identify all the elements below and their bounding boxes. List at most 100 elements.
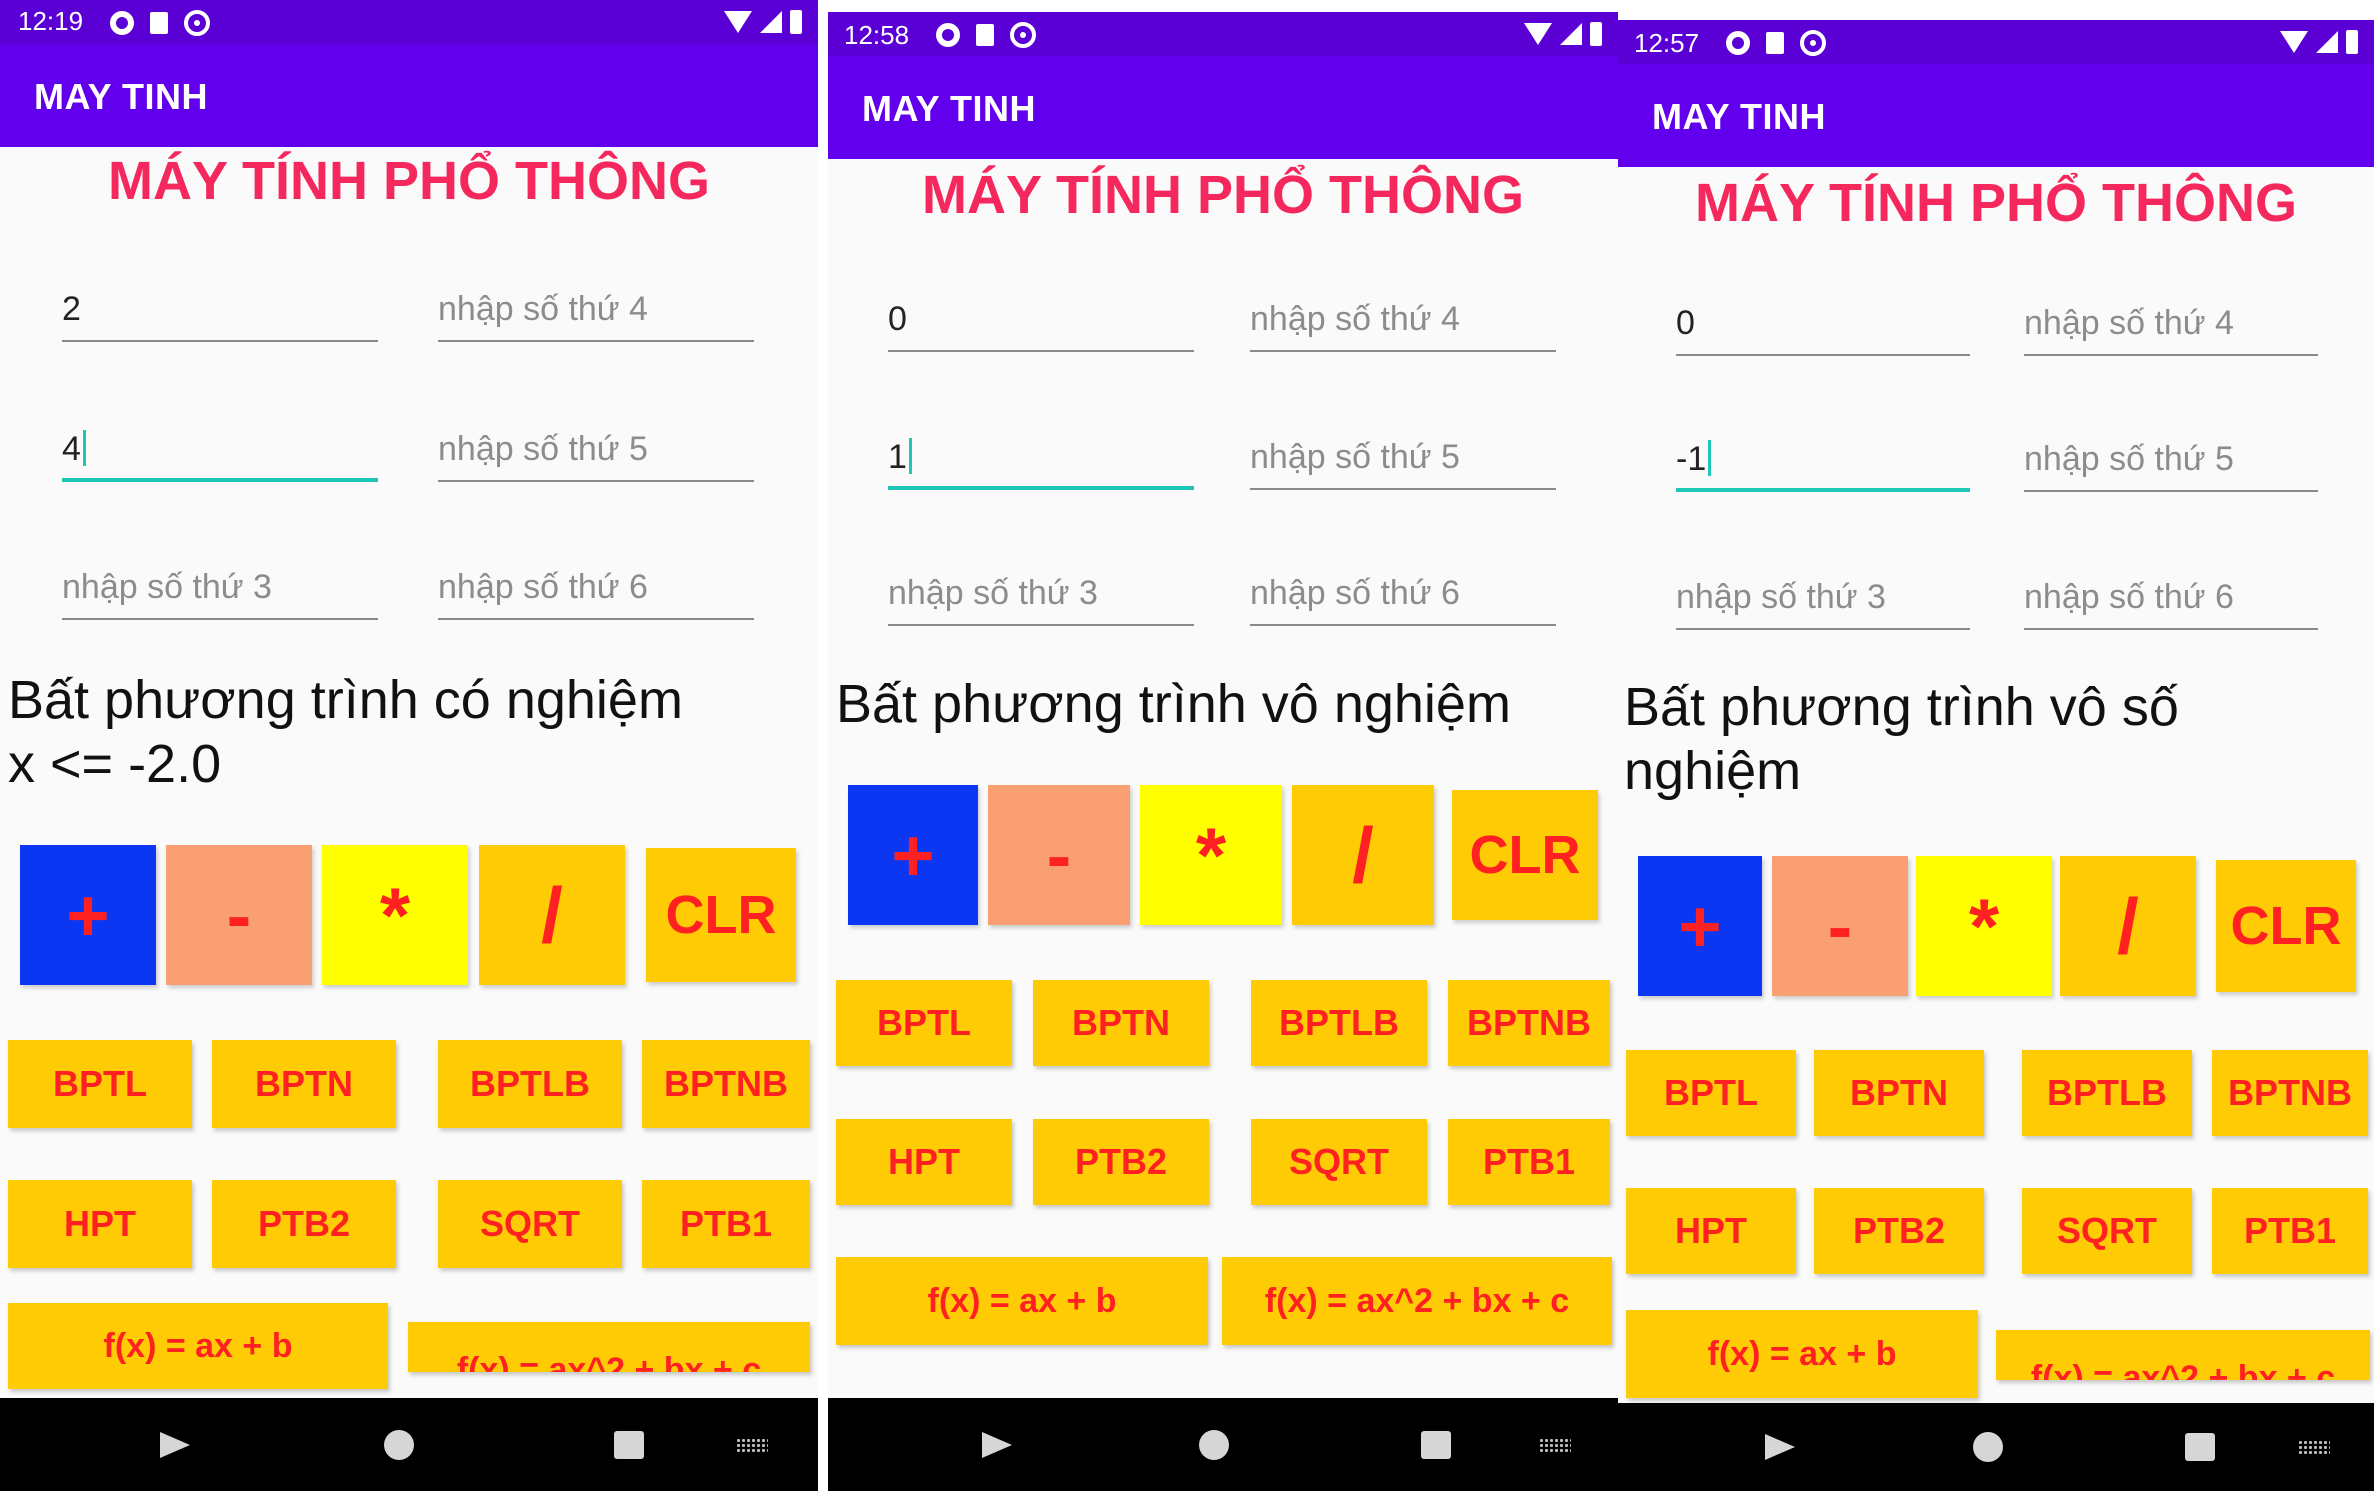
add-button[interactable]: + [20, 845, 156, 985]
signal-icon [2316, 31, 2338, 53]
function-button-label: f(x) = ax + b [927, 1281, 1117, 1320]
recent-apps-icon[interactable] [1421, 1431, 1451, 1459]
app-bar: MAY TINH [828, 56, 1618, 159]
back-icon[interactable] [982, 1432, 1012, 1458]
linear-function-button[interactable]: f(x) = ax + b [1626, 1310, 1978, 1398]
keyboard-icon[interactable] [736, 1438, 768, 1452]
number-input-6[interactable]: nhập số thứ 6 [1250, 574, 1556, 626]
battery-icon [790, 10, 802, 34]
subtract-button[interactable]: - [988, 785, 1130, 925]
app-bar: MAY TINH [1618, 64, 2374, 167]
number-input-1[interactable]: 0 [1676, 304, 1970, 356]
number-input-4[interactable]: nhập số thứ 4 [1250, 300, 1556, 352]
clear-button[interactable]: CLR [1452, 790, 1598, 920]
number-input-5[interactable]: nhập số thứ 5 [438, 430, 754, 482]
number-input-1[interactable]: 0 [888, 300, 1194, 352]
number-input-5[interactable]: nhập số thứ 5 [2024, 440, 2318, 492]
recent-apps-icon[interactable] [614, 1431, 644, 1459]
status-icons-left [936, 22, 1036, 48]
number-input-6[interactable]: nhập số thứ 6 [2024, 578, 2318, 630]
multiply-button[interactable]: * [1916, 856, 2052, 996]
quadratic-function-button[interactable]: f(x) = ax^2 + bx + c [408, 1322, 810, 1372]
app-title: MAY TINH [34, 76, 209, 117]
home-icon[interactable] [1973, 1432, 2003, 1462]
settings-icon [1726, 31, 1750, 55]
number-input-3[interactable]: nhập số thứ 3 [62, 568, 378, 620]
back-icon[interactable] [1765, 1434, 1795, 1460]
input-value: -1 [1676, 440, 1707, 478]
function-button-sqrt[interactable]: SQRT [1251, 1119, 1427, 1205]
subtract-button[interactable]: - [166, 845, 312, 985]
number-input-4[interactable]: nhập số thứ 4 [2024, 304, 2318, 356]
function-button-hpt[interactable]: HPT [8, 1180, 192, 1268]
function-button-bptl[interactable]: BPTL [836, 980, 1012, 1066]
battery-icon [1590, 22, 1602, 46]
divide-button[interactable]: / [2060, 856, 2196, 996]
function-button-bptn[interactable]: BPTN [212, 1040, 396, 1128]
page-title: MÁY TÍNH PHỔ THÔNG [921, 165, 1524, 225]
clear-button[interactable]: CLR [2216, 860, 2356, 992]
add-button[interactable]: + [848, 785, 978, 925]
quadratic-function-button[interactable]: f(x) = ax^2 + bx + c [1222, 1257, 1612, 1345]
recent-apps-icon[interactable] [2185, 1433, 2215, 1461]
function-button-ptb2[interactable]: PTB2 [212, 1180, 396, 1268]
input-value: 4 [62, 430, 81, 468]
function-button-bptl[interactable]: BPTL [8, 1040, 192, 1128]
status-bar: 12:19 [0, 0, 818, 44]
multiply-button[interactable]: * [322, 845, 468, 985]
function-button-ptb1[interactable]: PTB1 [1448, 1119, 1610, 1205]
function-button-bptlb[interactable]: BPTLB [438, 1040, 622, 1128]
function-button-ptb2[interactable]: PTB2 [1814, 1188, 1984, 1274]
number-input-5[interactable]: nhập số thứ 5 [1250, 438, 1556, 490]
function-button-bptnb[interactable]: BPTNB [1448, 980, 1610, 1066]
linear-function-button[interactable]: f(x) = ax + b [836, 1257, 1208, 1345]
input-placeholder: nhập số thứ 4 [1250, 300, 1460, 338]
linear-function-button[interactable]: f(x) = ax + b [8, 1303, 388, 1389]
function-button-bptn[interactable]: BPTN [1033, 980, 1209, 1066]
text-caret [1708, 440, 1712, 476]
input-placeholder: nhập số thứ 3 [888, 574, 1098, 612]
clear-button[interactable]: CLR [646, 848, 796, 982]
function-button-ptb1[interactable]: PTB1 [2212, 1188, 2368, 1274]
function-button-bptlb[interactable]: BPTLB [2022, 1050, 2192, 1136]
number-input-2[interactable]: 4 [62, 430, 378, 482]
status-icons-right [1524, 22, 1602, 46]
sd-card-icon [1766, 32, 1784, 54]
number-input-2[interactable]: -1 [1676, 440, 1970, 492]
function-button-sqrt[interactable]: SQRT [438, 1180, 622, 1268]
input-value: 0 [1676, 304, 1695, 342]
home-icon[interactable] [1199, 1430, 1229, 1460]
function-button-bptnb[interactable]: BPTNB [642, 1040, 810, 1128]
home-icon[interactable] [384, 1430, 414, 1460]
number-input-4[interactable]: nhập số thứ 4 [438, 290, 754, 342]
back-icon[interactable] [160, 1432, 190, 1458]
multiply-button[interactable]: * [1140, 785, 1282, 925]
function-button-bptl[interactable]: BPTL [1626, 1050, 1796, 1136]
function-button-ptb2[interactable]: PTB2 [1033, 1119, 1209, 1205]
add-button[interactable]: + [1638, 856, 1762, 996]
number-input-3[interactable]: nhập số thứ 3 [888, 574, 1194, 626]
divide-button[interactable]: / [1292, 785, 1434, 925]
function-button-hpt[interactable]: HPT [1626, 1188, 1796, 1274]
number-input-1[interactable]: 2 [62, 290, 378, 342]
function-button-bptn[interactable]: BPTN [1814, 1050, 1984, 1136]
number-input-6[interactable]: nhập số thứ 6 [438, 568, 754, 620]
input-placeholder: nhập số thứ 4 [438, 290, 648, 328]
function-button-ptb1[interactable]: PTB1 [642, 1180, 810, 1268]
function-button-bptnb[interactable]: BPTNB [2212, 1050, 2368, 1136]
keyboard-icon[interactable] [1539, 1438, 1571, 1452]
input-placeholder: nhập số thứ 6 [1250, 574, 1460, 612]
function-button-sqrt[interactable]: SQRT [2022, 1188, 2192, 1274]
quadratic-function-button[interactable]: f(x) = ax^2 + bx + c [1996, 1330, 2370, 1380]
battery-icon [2346, 30, 2358, 54]
divide-button[interactable]: / [479, 845, 625, 985]
function-button-hpt[interactable]: HPT [836, 1119, 1012, 1205]
input-value: 2 [62, 290, 81, 328]
number-input-3[interactable]: nhập số thứ 3 [1676, 578, 1970, 630]
number-input-2[interactable]: 1 [888, 438, 1194, 490]
subtract-button[interactable]: - [1772, 856, 1908, 996]
keyboard-icon[interactable] [2298, 1440, 2330, 1454]
function-button-bptlb[interactable]: BPTLB [1251, 980, 1427, 1066]
input-placeholder: nhập số thứ 3 [1676, 578, 1886, 616]
page-title: MÁY TÍNH PHỔ THÔNG [107, 151, 710, 211]
